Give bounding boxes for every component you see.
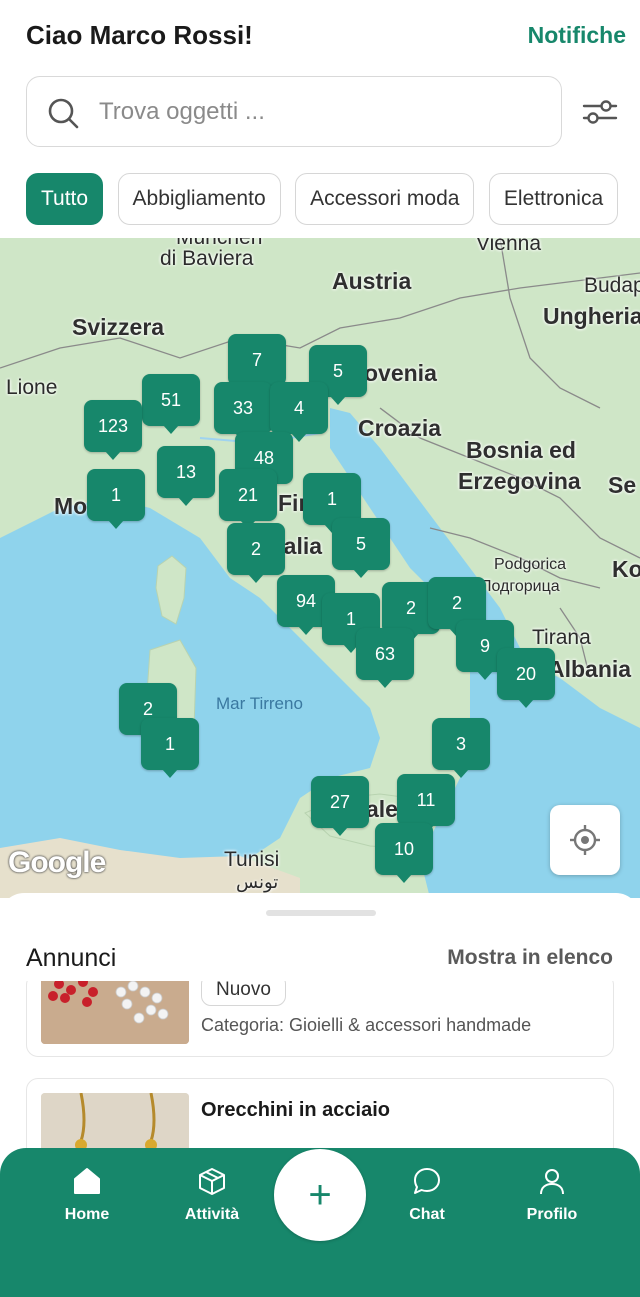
map-cluster-marker[interactable]: 1 <box>87 469 145 529</box>
listing-card[interactable]: Nuovo Categoria: Gioielli & accessori ha… <box>26 981 614 1057</box>
map-label-tunisi-arabic: تونس <box>236 872 279 892</box>
map-label-podgorica: Podgorica <box>494 556 567 573</box>
plus-icon: + <box>308 1173 332 1217</box>
map-cluster-marker[interactable]: 21 <box>219 469 277 529</box>
map-label-albania: Albania <box>548 656 632 682</box>
search-input[interactable]: Trova oggetti ... <box>99 98 265 126</box>
header: Ciao Marco Rossi! Notifiche <box>0 0 640 70</box>
map-cluster-marker[interactable]: 3 <box>432 718 490 778</box>
new-badge: Nuovo <box>201 981 286 1006</box>
filter-sliders-icon[interactable] <box>582 96 618 128</box>
map-label-bosnia-1: Bosnia ed <box>466 437 576 463</box>
search-icon <box>48 98 79 129</box>
map-label-svizzera: Svizzera <box>72 314 165 340</box>
map-label-austria: Austria <box>332 268 412 294</box>
map-label-serbia: Se <box>608 472 637 498</box>
map-label-palermo: ale <box>366 796 398 822</box>
map-label-lione: Lione <box>6 376 58 399</box>
map-label-ungheria: Ungheria <box>543 303 640 329</box>
package-icon <box>199 1168 225 1195</box>
map-label-kosovo: Ko <box>612 556 640 582</box>
map-label-croazia: Croazia <box>358 415 442 441</box>
map-cluster-marker[interactable]: 1 <box>141 718 199 778</box>
map-view[interactable]: di Baviera München Austria Vienna Budap … <box>0 238 640 898</box>
listing-title: Orecchini in acciaio <box>201 1099 390 1121</box>
map-label-baviera: di Baviera <box>160 247 254 270</box>
category-chips: Tutto Abbigliamento Accessori moda Elett… <box>26 173 640 225</box>
chip-accessori-moda[interactable]: Accessori moda <box>295 173 475 225</box>
show-list-link[interactable]: Mostra in elenco <box>447 946 613 970</box>
map-label-munchen: München <box>176 238 262 250</box>
map-cluster-marker[interactable]: 123 <box>84 400 142 460</box>
listings-title: Annunci <box>26 944 117 972</box>
nav-profile-label: Profilo <box>526 1206 578 1223</box>
map-label-budapest: Budap <box>584 274 640 297</box>
map-cluster-marker[interactable]: 5 <box>332 518 390 578</box>
crosshair-icon <box>570 825 600 855</box>
search-bar[interactable]: Trova oggetti ... <box>26 76 562 147</box>
nav-activity-label: Attività <box>184 1206 240 1223</box>
nav-home[interactable]: Home <box>37 1166 137 1224</box>
map-cluster-marker[interactable]: 2 <box>227 523 285 583</box>
nav-activity[interactable]: Attività <box>162 1166 262 1224</box>
map-label-bosnia-2: Erzegovina <box>458 468 581 494</box>
greeting-title: Ciao Marco Rossi! <box>26 20 253 50</box>
map-cluster-marker[interactable]: 63 <box>356 628 414 688</box>
map-cluster-marker[interactable]: 11 <box>397 774 455 834</box>
listing-category: Categoria: Gioielli & accessori handmade <box>201 1015 532 1035</box>
map-label-slovenia: ovenia <box>364 360 437 386</box>
nav-profile[interactable]: Profilo <box>502 1166 602 1224</box>
map-label-vienna: Vienna <box>476 238 542 255</box>
notifications-link[interactable]: Notifiche <box>528 22 626 49</box>
nav-chat[interactable]: Chat <box>377 1166 477 1224</box>
chip-tutto[interactable]: Tutto <box>26 173 104 225</box>
map-cluster-marker[interactable]: 51 <box>142 374 200 434</box>
map-cluster-marker[interactable]: 4 <box>270 382 328 442</box>
map-cluster-marker[interactable]: 33 <box>214 382 272 442</box>
map-label-podgorica-cyrillic: Подгорица <box>480 578 560 595</box>
google-logo: Google <box>8 846 106 879</box>
map-label-tunisi: Tunisi <box>224 848 280 871</box>
add-listing-button[interactable]: + <box>274 1149 366 1241</box>
map-cluster-marker[interactable]: 13 <box>157 446 215 506</box>
user-icon <box>540 1169 564 1195</box>
listing-thumbnail <box>41 981 189 1044</box>
chip-abbigliamento[interactable]: Abbigliamento <box>117 173 281 225</box>
nav-home-label: Home <box>64 1206 110 1223</box>
map-cluster-marker[interactable]: 27 <box>311 776 369 836</box>
map-label-monaco: Mo <box>54 493 88 519</box>
map-label-tirana: Tirana <box>532 626 591 649</box>
map-cluster-marker[interactable]: 20 <box>497 648 555 708</box>
chat-bubble-icon <box>414 1168 440 1194</box>
my-location-button[interactable] <box>550 805 620 875</box>
nav-chat-label: Chat <box>409 1206 445 1223</box>
sheet-drag-handle[interactable] <box>266 910 376 916</box>
map-cluster-marker[interactable]: 7 <box>228 334 286 394</box>
chip-elettronica[interactable]: Elettronica <box>488 173 619 225</box>
map-label-mar-tirreno: Mar Tirreno <box>216 694 303 713</box>
home-icon <box>74 1168 100 1194</box>
map-cluster-marker[interactable]: 10 <box>375 823 433 883</box>
